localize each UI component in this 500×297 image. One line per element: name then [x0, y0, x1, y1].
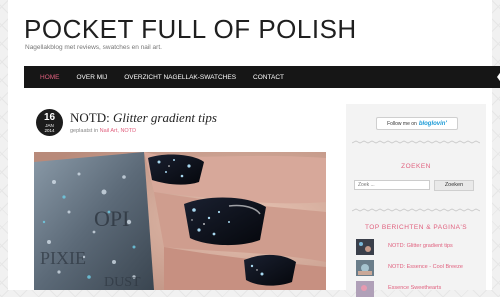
search-button[interactable]: Zoeken: [434, 180, 474, 191]
nav-item-over-mij[interactable]: OVER MIJ: [77, 74, 108, 81]
page-container: POCKET FULL OF POLISH Nagellakblog met r…: [8, 0, 500, 297]
top-post-item[interactable]: Essence Sweethearts: [356, 281, 482, 297]
post-date-badge: 16 JAN 2014: [36, 109, 63, 136]
post-date-day: 16: [43, 112, 56, 123]
post-meta: geplaatst in Nail Art, NOTD: [70, 128, 136, 134]
nav-item-overzicht[interactable]: OVERZICHT NAGELLAK-SWATCHES: [124, 74, 236, 81]
nav-item-contact[interactable]: CONTACT: [253, 74, 284, 81]
top-post-link[interactable]: NOTD: Essence - Cool Breeze: [388, 264, 463, 270]
follow-label: Follow me on: [387, 120, 417, 127]
search-input[interactable]: [354, 180, 430, 190]
top-post-thumbnail: [356, 260, 374, 276]
nail-photo-illustration: OPI PIXIE DUST: [34, 152, 326, 290]
bloglovin-follow-button[interactable]: Follow me on bloglovin': [376, 117, 458, 130]
svg-text:DUST: DUST: [104, 275, 141, 290]
search-heading: ZOEKEN: [401, 163, 431, 170]
post-category-link[interactable]: Nail Art, NOTD: [100, 128, 136, 134]
top-post-item[interactable]: NOTD: Essence - Cool Breeze: [356, 260, 482, 276]
svg-text:PIXIE: PIXIE: [40, 248, 86, 268]
post-featured-image[interactable]: OPI PIXIE DUST: [34, 152, 326, 290]
top-post-link[interactable]: NOTD: Glitter gradient tips: [388, 243, 453, 249]
site-tagline: Nagellakblog met reviews, swatches en na…: [25, 44, 162, 51]
main-navigation: HOME OVER MIJ OVERZICHT NAGELLAK-SWATCHE…: [24, 66, 500, 88]
zigzag-divider: [352, 208, 480, 212]
top-posts-heading: TOP BERICHTEN & PAGINA'S: [364, 224, 468, 231]
top-post-thumbnail: [356, 281, 374, 297]
post-title[interactable]: NOTD: Glitter gradient tips: [70, 110, 217, 126]
bloglovin-logo: bloglovin': [418, 120, 447, 127]
top-post-link[interactable]: Essence Sweethearts: [388, 285, 441, 291]
svg-text:OPI: OPI: [94, 206, 129, 231]
site-title[interactable]: POCKET FULL OF POLISH: [24, 14, 357, 45]
top-post-item[interactable]: NOTD: Glitter gradient tips: [356, 239, 482, 255]
post-title-prefix: NOTD:: [70, 110, 110, 125]
post-date-year: 2014: [44, 128, 55, 133]
nav-item-home[interactable]: HOME: [40, 74, 60, 81]
top-post-thumbnail: [356, 239, 374, 255]
post-meta-prefix: geplaatst in: [70, 128, 99, 134]
post-title-text: Glitter gradient tips: [112, 110, 217, 125]
zigzag-divider: [352, 140, 480, 144]
sidebar: Follow me on bloglovin' ZOEKEN Zoeken TO…: [346, 104, 486, 297]
